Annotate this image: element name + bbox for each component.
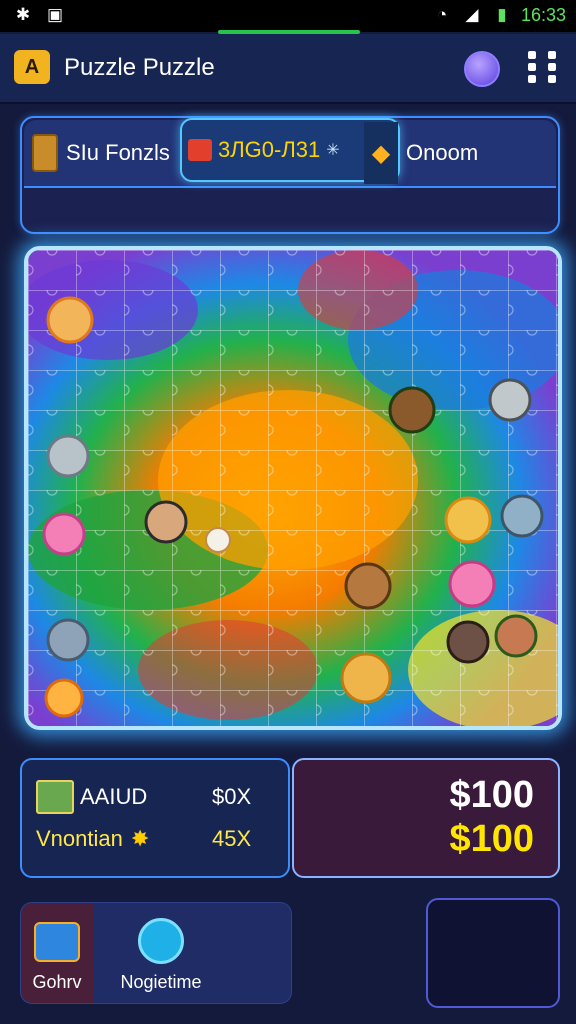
- gem-icon: ◆: [364, 122, 398, 184]
- empty-slot[interactable]: [426, 898, 560, 1008]
- tab-onoom[interactable]: ◆ Onoom: [364, 120, 478, 186]
- puzzle-box-icon: [34, 922, 80, 962]
- nav-label: Gohrv: [32, 972, 82, 992]
- status-bar: ✱ ▣ ◔ ◢ ▮ 16:33: [0, 0, 576, 32]
- grid-menu-button[interactable]: [528, 51, 558, 83]
- globe-button[interactable]: [464, 51, 500, 87]
- bluetooth-icon: ✱: [15, 5, 31, 24]
- price-primary: $100: [449, 774, 534, 816]
- tab-label: Onoom: [406, 140, 479, 165]
- signal-icon: ◢: [465, 5, 479, 24]
- bottom-nav: Gohrv Nogietime: [20, 902, 292, 1004]
- tab-fonzls[interactable]: SIu Fonzls: [32, 120, 170, 186]
- stat-row-secondary: Vnontian ✸ 45X: [36, 826, 251, 852]
- stats-panel: AAIUD $0X Vnontian ✸ 45X: [20, 758, 290, 878]
- stat-value: $0X: [212, 784, 252, 809]
- thumbnail-icon: [36, 780, 74, 814]
- stat-value: 45X: [212, 826, 252, 851]
- nav-navigation-button[interactable]: Nogietime: [111, 903, 211, 1003]
- tab-label: SIu Fonzls: [66, 140, 170, 165]
- status-time: 16:33: [520, 4, 566, 25]
- stat-label: AAIUD: [80, 784, 148, 809]
- sparkle-icon: ✳: [326, 142, 340, 159]
- compass-icon: [138, 918, 184, 964]
- tab-label: 3ЛG0-Л31: [218, 137, 321, 162]
- price-panel[interactable]: $100 $100: [292, 758, 560, 878]
- box-icon: [32, 134, 58, 172]
- puzzle-board[interactable]: [24, 246, 562, 730]
- flag-icon: [188, 139, 212, 161]
- puzzle-image: [28, 250, 558, 726]
- image-icon: ▣: [46, 5, 64, 24]
- price-secondary: $100: [449, 818, 534, 860]
- app-title: Puzzle Puzzle: [64, 54, 215, 81]
- sparkle-icon: ✸: [130, 826, 150, 851]
- app-header: A Puzzle Puzzle: [0, 34, 576, 104]
- nav-gallery-button[interactable]: Gohrv: [21, 903, 93, 1003]
- stat-row-primary: AAIUD $0X: [36, 780, 251, 814]
- stat-label: Vnontian: [36, 826, 123, 851]
- nav-label: Nogietime: [120, 972, 202, 992]
- tab-row: SIu Fonzls 3ЛG0-Л31 ✳ ◆ Onoom: [24, 118, 556, 188]
- mode-tab-panel: SIu Fonzls 3ЛG0-Л31 ✳ ◆ Onoom: [20, 116, 560, 234]
- wifi-icon: ◔: [436, 5, 448, 24]
- app-logo-icon: A: [14, 50, 50, 84]
- battery-icon: ▮: [497, 5, 507, 24]
